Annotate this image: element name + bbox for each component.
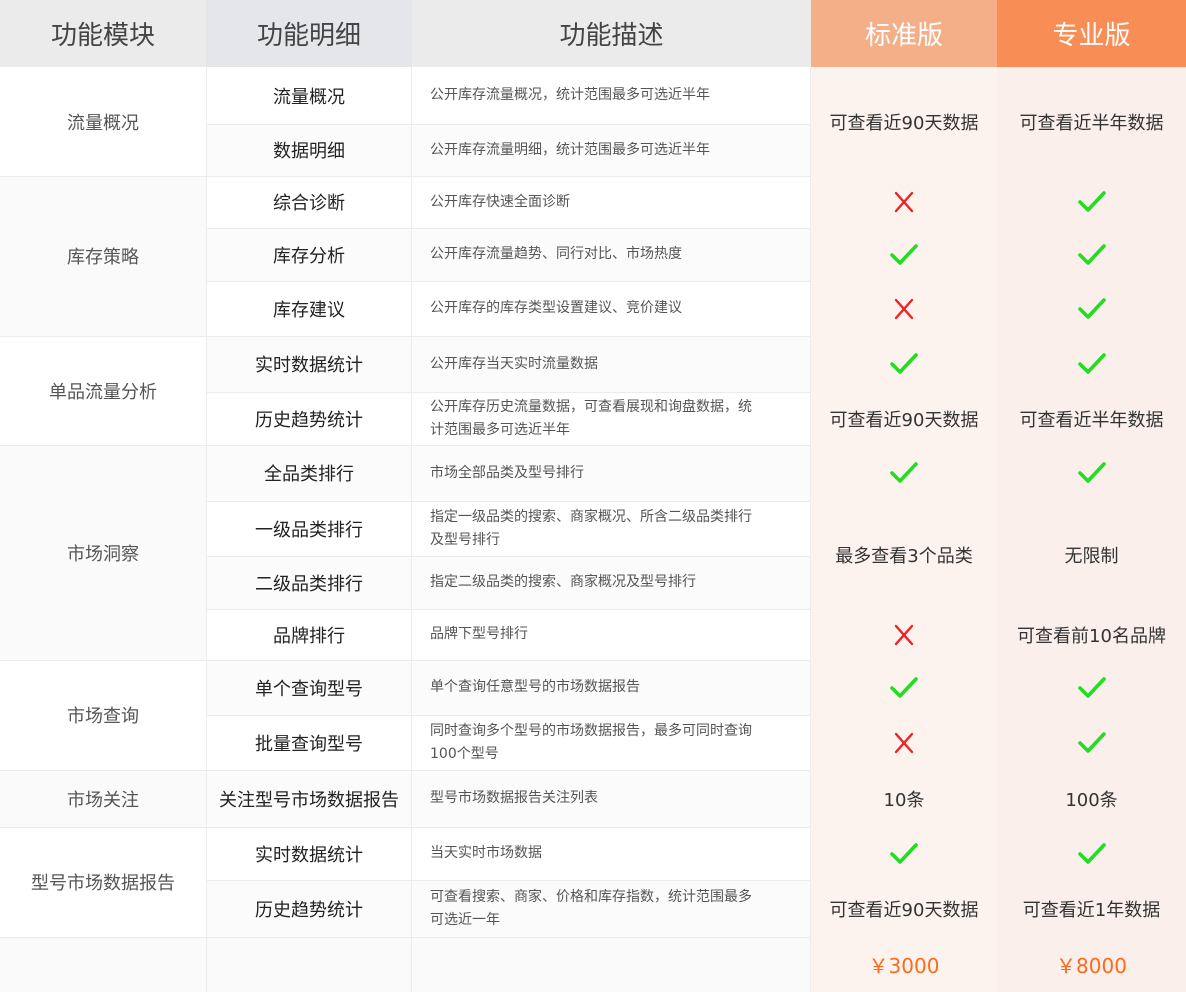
feature-description: 公开库存流量概况，统计范围最多可选近半年 (412, 67, 811, 124)
feature-description: 同时查询多个型号的市场数据报告，最多可同时查询100个型号 (412, 715, 811, 770)
pro-check-icon (997, 445, 1186, 501)
pro-check-icon (997, 715, 1186, 770)
pro-value: 无限制 (997, 501, 1186, 609)
standard-value: 可查看近90天数据 (811, 392, 997, 445)
pro-value: 100条 (997, 770, 1186, 827)
module-cell: 单品流量分析 (0, 336, 206, 445)
feature-detail: 关注型号市场数据报告 (206, 770, 412, 827)
row-divider (206, 770, 811, 771)
feature-description: 品牌下型号排行 (412, 609, 811, 660)
pro-check-icon (997, 176, 1186, 228)
feature-description: 公开库存流量明细，统计范围最多可选近半年 (412, 124, 811, 176)
row-divider (206, 827, 811, 828)
feature-description: 公开库存的库存类型设置建议、竞价建议 (412, 281, 811, 336)
row-divider (206, 124, 811, 125)
header-pro-plan: 专业版 (997, 0, 1186, 67)
standard-check-icon (811, 827, 997, 880)
row-divider (206, 176, 811, 177)
module-cell: 型号市场数据报告 (0, 827, 206, 937)
standard-check-icon (811, 228, 997, 281)
row-divider (206, 880, 811, 881)
standard-price: ￥3000 (811, 937, 997, 992)
standard-cross-icon (811, 715, 997, 770)
feature-detail: 批量查询型号 (206, 715, 412, 770)
row-divider (206, 609, 811, 610)
row-divider (206, 556, 811, 557)
pro-price: ￥8000 (997, 937, 1186, 992)
standard-check-icon (811, 660, 997, 715)
pro-check-icon (997, 336, 1186, 392)
module-cell: 市场查询 (0, 660, 206, 770)
pro-value: 可查看近1年数据 (997, 880, 1186, 937)
feature-detail: 一级品类排行 (206, 501, 412, 556)
feature-description: 当天实时市场数据 (412, 827, 811, 880)
pro-value: 可查看近半年数据 (997, 67, 1186, 176)
standard-cross-icon (811, 176, 997, 228)
pro-value: 可查看前10名品牌 (997, 609, 1186, 660)
standard-cross-icon (811, 281, 997, 336)
standard-check-icon (811, 336, 997, 392)
module-cell: 流量概况 (0, 67, 206, 176)
feature-detail: 实时数据统计 (206, 336, 412, 392)
feature-detail: 二级品类排行 (206, 556, 412, 609)
feature-description: 指定二级品类的搜索、商家概况及型号排行 (412, 556, 811, 609)
feature-description: 可查看搜索、商家、价格和库存指数，统计范围最多可选近一年 (412, 880, 811, 937)
column-divider (810, 67, 811, 992)
feature-description: 公开库存快速全面诊断 (412, 176, 811, 228)
pro-check-icon (997, 228, 1186, 281)
feature-description: 型号市场数据报告关注列表 (412, 770, 811, 827)
pro-check-icon (997, 660, 1186, 715)
feature-description: 市场全部品类及型号排行 (412, 445, 811, 501)
feature-detail: 历史趋势统计 (206, 392, 412, 445)
module-cell: 市场关注 (0, 770, 206, 827)
feature-description: 公开库存当天实时流量数据 (412, 336, 811, 392)
row-divider (206, 445, 811, 446)
row-divider (206, 715, 811, 716)
feature-detail: 实时数据统计 (206, 827, 412, 880)
header-module: 功能模块 (0, 0, 206, 67)
price-row-spacer (0, 937, 811, 992)
row-divider (206, 660, 811, 661)
row-divider (206, 228, 811, 229)
feature-detail: 库存分析 (206, 228, 412, 281)
feature-detail: 全品类排行 (206, 445, 412, 501)
header-description: 功能描述 (412, 0, 811, 67)
pro-check-icon (997, 281, 1186, 336)
feature-description: 公开库存流量趋势、同行对比、市场热度 (412, 228, 811, 281)
feature-description: 单个查询任意型号的市场数据报告 (412, 660, 811, 715)
feature-detail: 综合诊断 (206, 176, 412, 228)
feature-detail: 历史趋势统计 (206, 880, 412, 937)
row-divider (206, 281, 811, 282)
header-standard-plan: 标准版 (811, 0, 997, 67)
feature-description: 公开库存历史流量数据，可查看展现和询盘数据，统计范围最多可选近半年 (412, 392, 811, 445)
feature-detail: 库存建议 (206, 281, 412, 336)
module-cell: 库存策略 (0, 176, 206, 336)
row-divider (0, 937, 811, 938)
feature-detail: 流量概况 (206, 67, 412, 124)
feature-description: 指定一级品类的搜索、商家概况、所含二级品类排行及型号排行 (412, 501, 811, 556)
feature-detail: 品牌排行 (206, 609, 412, 660)
standard-value: 可查看近90天数据 (811, 67, 997, 176)
feature-comparison-table: 功能模块 功能明细 功能描述 标准版 专业版流量概况 库存策略 单品流量分析 市场洞察 市场查询… (0, 0, 1186, 992)
pro-value: 可查看近半年数据 (997, 392, 1186, 445)
row-divider (206, 392, 811, 393)
row-divider (206, 501, 811, 502)
feature-detail: 数据明细 (206, 124, 412, 176)
module-cell: 市场洞察 (0, 445, 206, 660)
standard-check-icon (811, 445, 997, 501)
feature-detail: 单个查询型号 (206, 660, 412, 715)
header-detail: 功能明细 (206, 0, 412, 67)
standard-value: 最多查看3个品类 (811, 501, 997, 609)
row-divider (206, 336, 811, 337)
standard-value: 可查看近90天数据 (811, 880, 997, 937)
column-divider (206, 67, 207, 992)
standard-value: 10条 (811, 770, 997, 827)
column-divider (411, 67, 412, 992)
pro-check-icon (997, 827, 1186, 880)
standard-cross-icon (811, 609, 997, 660)
